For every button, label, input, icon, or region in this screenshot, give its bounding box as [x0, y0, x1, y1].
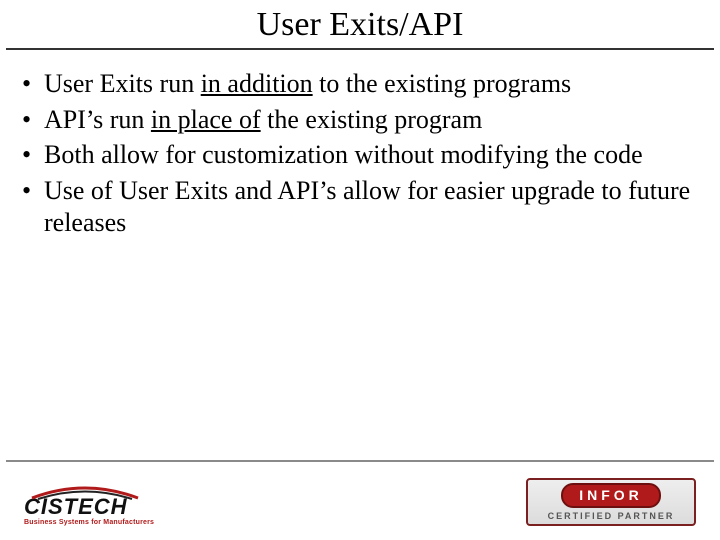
infor-brand: INFOR	[561, 483, 661, 507]
content-area: User Exits run in addition to the existi…	[0, 50, 720, 239]
cistech-arc-icon	[30, 484, 140, 500]
footer-divider	[6, 460, 714, 462]
footer: CISTECH Business Systems for Manufacture…	[0, 470, 720, 540]
bullet-text-pre: Both allow for customization without mod…	[44, 140, 643, 169]
bullet-text-underlined: in addition	[201, 69, 313, 98]
cistech-tagline: Business Systems for Manufacturers	[24, 519, 154, 526]
bullet-item: API’s run in place of the existing progr…	[18, 104, 702, 136]
bullet-text-pre: Use of User Exits and API’s allow for ea…	[44, 176, 690, 237]
slide-title: User Exits/API	[253, 6, 468, 46]
cistech-logo: CISTECH Business Systems for Manufacture…	[24, 484, 154, 526]
infor-badge: INFOR CERTIFIED PARTNER	[526, 478, 696, 526]
bullet-text-pre: API’s run	[44, 105, 151, 134]
title-area: User Exits/API	[0, 0, 720, 50]
bullet-text-pre: User Exits run	[44, 69, 201, 98]
infor-subtitle: CERTIFIED PARTNER	[548, 511, 675, 521]
slide: User Exits/API User Exits run in additio…	[0, 0, 720, 540]
bullet-list: User Exits run in addition to the existi…	[18, 68, 702, 239]
bullet-text-underlined: in place of	[151, 105, 261, 134]
bullet-item: Use of User Exits and API’s allow for ea…	[18, 175, 702, 238]
bullet-text-post: to the existing programs	[313, 69, 572, 98]
bullet-item: User Exits run in addition to the existi…	[18, 68, 702, 100]
bullet-text-post: the existing program	[261, 105, 483, 134]
bullet-item: Both allow for customization without mod…	[18, 139, 702, 171]
